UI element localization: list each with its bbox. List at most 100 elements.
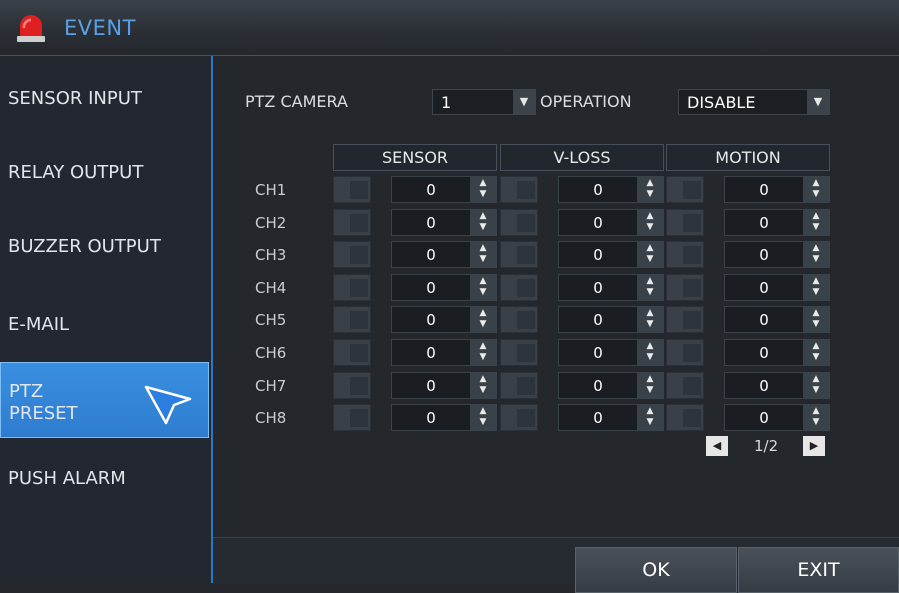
preset-value: 0: [593, 213, 603, 232]
channel-label: CH8: [255, 409, 287, 428]
vloss-preset-stepper[interactable]: 0 ▲ ▼: [558, 306, 664, 334]
sensor-preset-stepper[interactable]: 0 ▲ ▼: [391, 371, 497, 399]
up-down-arrows-icon[interactable]: ▲ ▼: [470, 209, 496, 235]
vloss-checkbox[interactable]: [500, 339, 538, 366]
preset-value: 0: [759, 376, 769, 395]
up-down-arrows-icon[interactable]: ▲ ▼: [803, 372, 829, 398]
vloss-preset-stepper[interactable]: 0 ▲ ▼: [558, 371, 664, 399]
preset-value: 0: [759, 246, 769, 265]
preset-value: 0: [426, 278, 436, 297]
motion-checkbox[interactable]: [666, 339, 704, 366]
motion-checkbox[interactable]: [666, 208, 704, 236]
sidebar-item-ptz-preset[interactable]: PTZ PRESET: [0, 362, 209, 438]
ok-button[interactable]: OK: [575, 547, 737, 593]
sensor-checkbox[interactable]: [333, 306, 371, 334]
exit-button[interactable]: EXIT: [738, 547, 899, 593]
up-down-arrows-icon[interactable]: ▲ ▼: [637, 209, 663, 235]
up-down-arrows-icon[interactable]: ▲ ▼: [803, 340, 829, 365]
up-down-arrows-icon[interactable]: ▲ ▼: [470, 340, 496, 365]
motion-checkbox[interactable]: [666, 404, 704, 432]
vloss-preset-stepper[interactable]: 0 ▲ ▼: [558, 273, 664, 301]
up-down-arrows-icon[interactable]: ▲ ▼: [803, 405, 829, 431]
up-down-arrows-icon[interactable]: ▲ ▼: [803, 242, 829, 268]
up-down-arrows-icon[interactable]: ▲ ▼: [803, 307, 829, 333]
preset-value: 0: [426, 311, 436, 330]
sensor-preset-stepper[interactable]: 0 ▲ ▼: [391, 241, 497, 269]
vloss-preset-stepper[interactable]: 0 ▲ ▼: [558, 404, 664, 432]
motion-checkbox[interactable]: [666, 371, 704, 399]
motion-preset-stepper[interactable]: 0 ▲ ▼: [724, 176, 830, 203]
sidebar-item-label: PTZ PRESET: [9, 381, 78, 424]
sensor-checkbox[interactable]: [333, 339, 371, 366]
vloss-preset-stepper[interactable]: 0 ▲ ▼: [558, 241, 664, 269]
up-down-arrows-icon[interactable]: ▲ ▼: [803, 177, 829, 202]
vloss-checkbox[interactable]: [500, 241, 538, 269]
window-title: EVENT: [64, 16, 136, 40]
sidebar-item-buzzer-output[interactable]: BUZZER OUTPUT: [0, 208, 209, 284]
sensor-preset-stepper[interactable]: 0 ▲ ▼: [391, 273, 497, 301]
sidebar-item-email[interactable]: E-MAIL: [0, 284, 209, 360]
motion-checkbox[interactable]: [666, 306, 704, 334]
up-down-arrows-icon[interactable]: ▲ ▼: [637, 274, 663, 300]
chevron-down-icon: ▼: [513, 90, 535, 114]
preset-value: 0: [426, 344, 436, 362]
sidebar-item-relay-output[interactable]: RELAY OUTPUT: [0, 132, 209, 208]
sensor-checkbox[interactable]: [333, 176, 371, 203]
vloss-preset-stepper[interactable]: 0 ▲ ▼: [558, 208, 664, 236]
sidebar-item-label: BUZZER OUTPUT: [8, 236, 161, 257]
up-down-arrows-icon[interactable]: ▲ ▼: [470, 372, 496, 398]
motion-preset-stepper[interactable]: 0 ▲ ▼: [724, 306, 830, 334]
vloss-checkbox[interactable]: [500, 273, 538, 301]
motion-checkbox[interactable]: [666, 273, 704, 301]
next-page-button[interactable]: ▶: [803, 436, 825, 456]
vloss-preset-stepper[interactable]: 0 ▲ ▼: [558, 339, 664, 366]
up-down-arrows-icon[interactable]: ▲ ▼: [470, 242, 496, 268]
sensor-preset-stepper[interactable]: 0 ▲ ▼: [391, 404, 497, 432]
vloss-checkbox[interactable]: [500, 208, 538, 236]
motion-preset-stepper[interactable]: 0 ▲ ▼: [724, 339, 830, 366]
motion-preset-stepper[interactable]: 0 ▲ ▼: [724, 273, 830, 301]
preset-value: 0: [593, 181, 603, 199]
motion-checkbox[interactable]: [666, 241, 704, 269]
motion-preset-stepper[interactable]: 0 ▲ ▼: [724, 241, 830, 269]
vloss-checkbox[interactable]: [500, 306, 538, 334]
sensor-checkbox[interactable]: [333, 208, 371, 236]
up-down-arrows-icon[interactable]: ▲ ▼: [470, 405, 496, 431]
motion-preset-stepper[interactable]: 0 ▲ ▼: [724, 208, 830, 236]
sensor-checkbox[interactable]: [333, 404, 371, 432]
ptz-camera-select[interactable]: 1 ▼: [432, 89, 536, 115]
sensor-checkbox[interactable]: [333, 273, 371, 301]
sensor-preset-stepper[interactable]: 0 ▲ ▼: [391, 339, 497, 366]
motion-preset-stepper[interactable]: 0 ▲ ▼: [724, 371, 830, 399]
prev-page-button[interactable]: ◀: [706, 436, 728, 456]
up-down-arrows-icon[interactable]: ▲ ▼: [637, 405, 663, 431]
up-down-arrows-icon[interactable]: ▲ ▼: [637, 340, 663, 365]
up-down-arrows-icon[interactable]: ▲ ▼: [803, 209, 829, 235]
up-down-arrows-icon[interactable]: ▲ ▼: [637, 177, 663, 202]
vloss-checkbox[interactable]: [500, 371, 538, 399]
operation-select[interactable]: DISABLE ▼: [678, 89, 830, 115]
up-down-arrows-icon[interactable]: ▲ ▼: [470, 177, 496, 202]
preset-value: 0: [426, 409, 436, 428]
sensor-preset-stepper[interactable]: 0 ▲ ▼: [391, 306, 497, 334]
up-down-arrows-icon[interactable]: ▲ ▼: [803, 274, 829, 300]
vloss-checkbox[interactable]: [500, 404, 538, 432]
sensor-checkbox[interactable]: [333, 241, 371, 269]
sidebar-item-sensor-input[interactable]: SENSOR INPUT: [0, 56, 209, 132]
chevron-down-icon: ▼: [807, 90, 829, 114]
sensor-checkbox[interactable]: [333, 371, 371, 399]
motion-checkbox[interactable]: [666, 176, 704, 203]
sidebar-item-push-alarm[interactable]: PUSH ALARM: [0, 440, 209, 516]
preset-value: 0: [759, 344, 769, 362]
sensor-preset-stepper[interactable]: 0 ▲ ▼: [391, 176, 497, 203]
up-down-arrows-icon[interactable]: ▲ ▼: [470, 307, 496, 333]
motion-preset-stepper[interactable]: 0 ▲ ▼: [724, 404, 830, 432]
up-down-arrows-icon[interactable]: ▲ ▼: [637, 242, 663, 268]
up-down-arrows-icon[interactable]: ▲ ▼: [470, 274, 496, 300]
sensor-preset-stepper[interactable]: 0 ▲ ▼: [391, 208, 497, 236]
channel-label: CH7: [255, 376, 287, 395]
vloss-preset-stepper[interactable]: 0 ▲ ▼: [558, 176, 664, 203]
up-down-arrows-icon[interactable]: ▲ ▼: [637, 307, 663, 333]
vloss-checkbox[interactable]: [500, 176, 538, 203]
up-down-arrows-icon[interactable]: ▲ ▼: [637, 372, 663, 398]
